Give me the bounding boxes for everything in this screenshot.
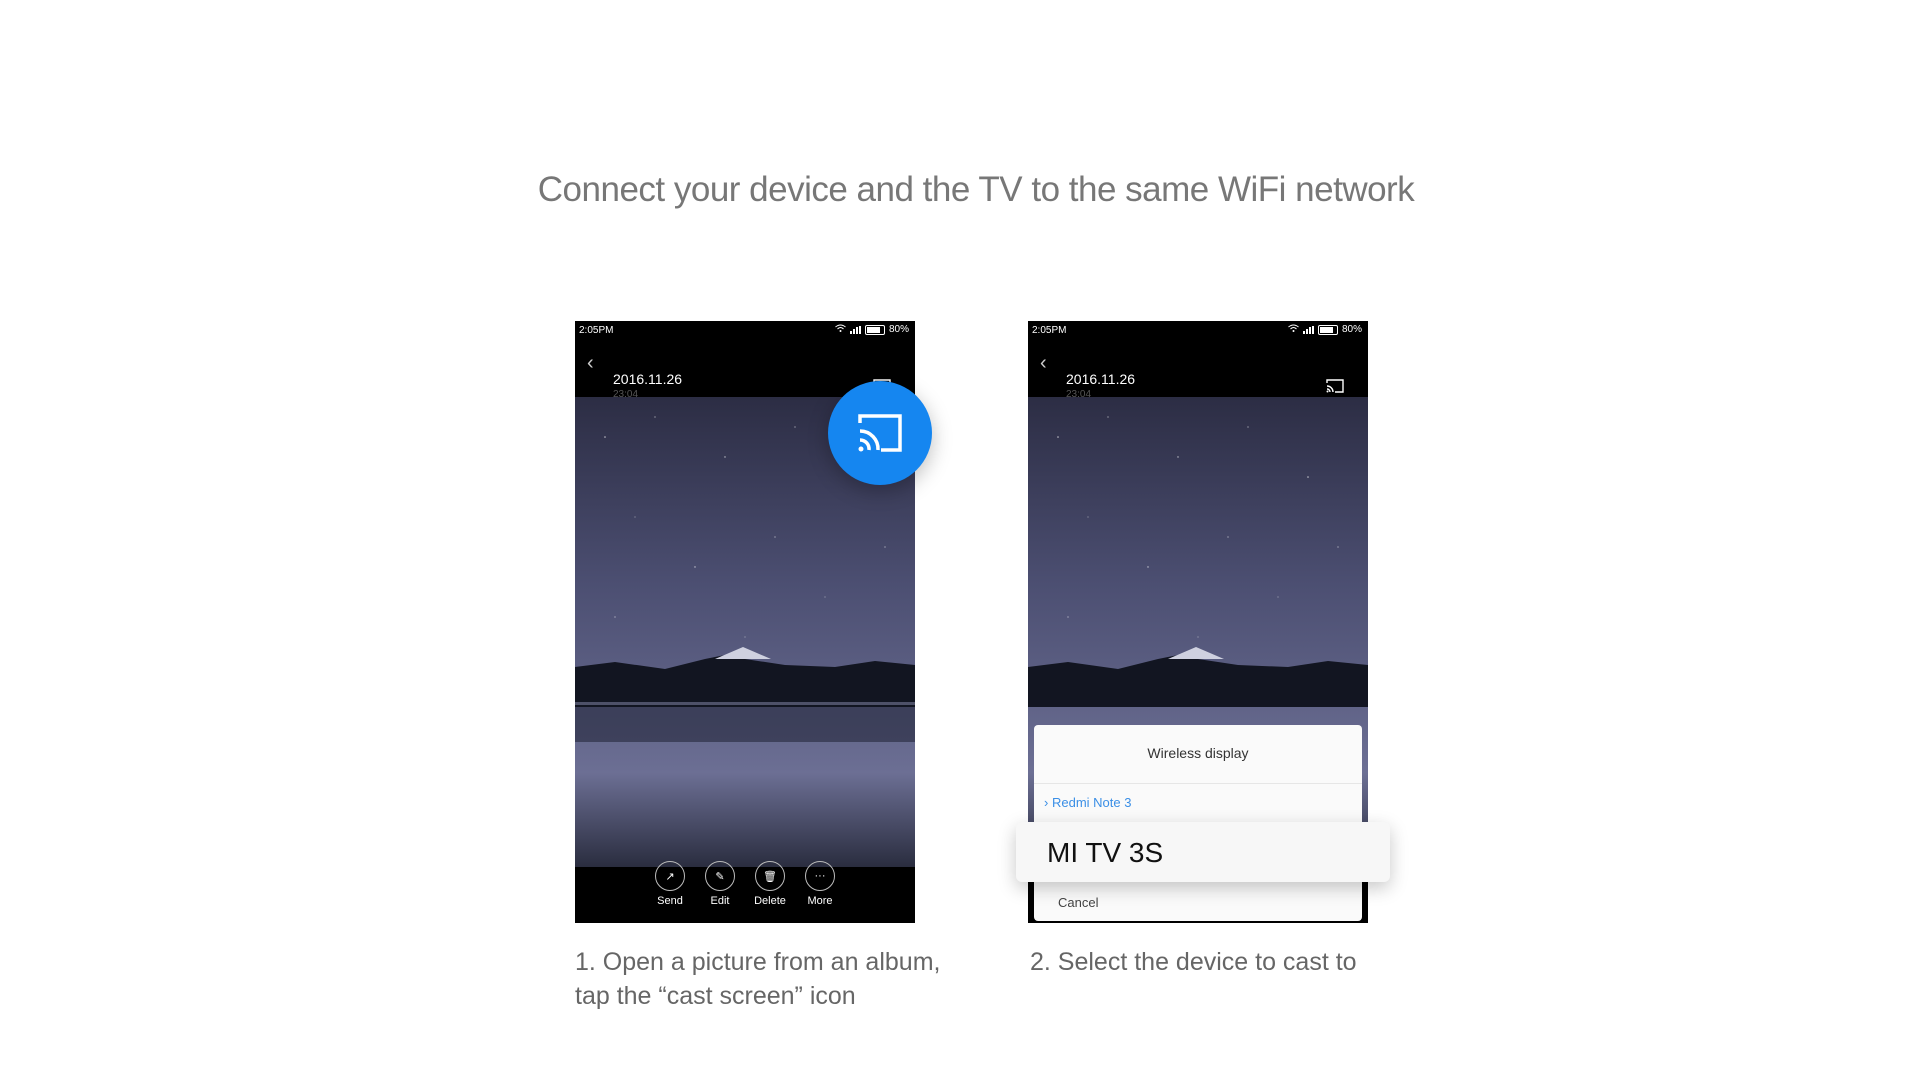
cast-icon <box>858 414 902 452</box>
toolbar-label: Send <box>657 895 683 907</box>
device-option-mi-tv[interactable]: MI TV 3S <box>1016 822 1390 882</box>
status-bar: 2:05PM 80% <box>1028 321 1368 341</box>
toolbar-more[interactable]: ··· More <box>804 853 836 923</box>
status-bar: 2:05PM 80% <box>575 321 915 341</box>
cancel-button[interactable]: Cancel <box>1058 895 1098 910</box>
title-bar: ‹ 2016.11.26 23:04 <box>1028 341 1368 400</box>
back-icon[interactable]: ‹ <box>587 353 594 373</box>
photo-date: 2016.11.26 <box>1066 371 1136 387</box>
headline: Connect your device and the TV to the sa… <box>537 170 1415 209</box>
battery-icon <box>864 324 885 335</box>
toolbar-label: More <box>807 895 833 907</box>
toolbar-edit[interactable]: ✎ Edit <box>704 853 736 923</box>
toolbar-send[interactable]: ↗ Send <box>654 853 686 923</box>
signal-icon <box>849 325 861 334</box>
more-icon: ··· <box>805 861 835 891</box>
wifi-icon <box>1288 324 1299 335</box>
photo-toolbar: ↗ Send ✎ Edit 🗑 Delete ··· More <box>575 853 915 923</box>
step1-caption: 1. Open a picture from an album, tap the… <box>575 948 941 1010</box>
back-icon[interactable]: ‹ <box>1040 353 1047 373</box>
edit-icon: ✎ <box>705 861 735 891</box>
cast-icon[interactable] <box>1326 379 1344 398</box>
device-name: Redmi Note 3 <box>1051 795 1132 810</box>
chevron-right-icon: › <box>1044 795 1049 810</box>
delete-icon: 🗑 <box>755 861 785 891</box>
toolbar-label: Delete <box>754 895 786 907</box>
battery-icon <box>1317 324 1338 335</box>
step2-caption: 2. Select the device to cast to <box>1030 948 1357 976</box>
wifi-icon <box>835 324 846 335</box>
photo-date: 2016.11.26 <box>613 371 683 387</box>
signal-icon <box>1302 325 1314 334</box>
status-time: 2:05PM <box>1032 325 1067 336</box>
dialog-title: Wireless display <box>1147 745 1249 761</box>
toolbar-delete[interactable]: 🗑 Delete <box>754 853 786 923</box>
device-option-redmi[interactable]: › Redmi Note 3 <box>1044 795 1131 810</box>
cast-screen-callout[interactable] <box>828 381 932 485</box>
send-icon: ↗ <box>655 861 685 891</box>
battery-level: 80% <box>888 324 909 335</box>
battery-level: 80% <box>1341 324 1362 335</box>
device-name-highlight: MI TV 3S <box>1047 837 1164 868</box>
status-time: 2:05PM <box>579 325 614 336</box>
toolbar-label: Edit <box>710 895 730 907</box>
divider <box>1034 783 1362 784</box>
